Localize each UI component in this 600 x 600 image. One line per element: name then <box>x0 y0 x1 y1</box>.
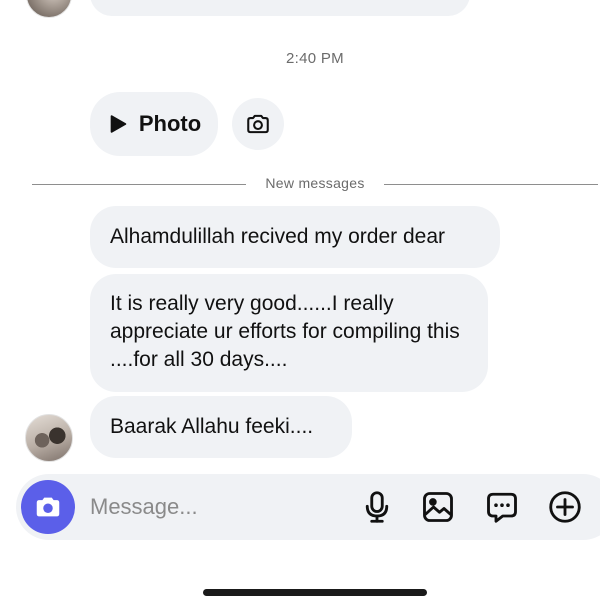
plus-circle-icon <box>549 491 581 523</box>
divider-line-left <box>32 184 246 185</box>
sender-avatar[interactable] <box>25 414 73 462</box>
message-input[interactable] <box>90 492 340 522</box>
gallery-button[interactable] <box>419 488 457 526</box>
new-messages-divider: New messages <box>265 175 365 191</box>
message-bubble[interactable]: Baarak Allahu feeki.... <box>90 396 352 458</box>
gallery-icon <box>423 492 453 522</box>
previous-message-bubble[interactable] <box>90 0 470 16</box>
sticker-button[interactable] <box>483 488 521 526</box>
play-icon <box>110 115 127 133</box>
camera-icon <box>247 114 269 134</box>
photo-message-button[interactable]: Photo <box>90 92 218 156</box>
microphone-icon <box>365 491 389 523</box>
message-bubble[interactable]: It is really very good......I really app… <box>90 274 488 392</box>
message-text: Alhamdulillah recived my order dear <box>110 225 445 248</box>
camera-button[interactable] <box>21 480 75 534</box>
message-timestamp: 2:40 PM <box>286 50 344 67</box>
sticker-icon <box>487 492 517 523</box>
message-text: Baarak Allahu feeki.... <box>110 415 314 438</box>
home-indicator[interactable] <box>203 589 427 596</box>
add-button[interactable] <box>546 488 584 526</box>
divider-line-right <box>384 184 598 185</box>
microphone-button[interactable] <box>358 488 396 526</box>
camera-reply-button[interactable] <box>232 98 284 150</box>
message-text: It is really very good......I really app… <box>110 292 460 371</box>
sender-avatar-top[interactable] <box>26 0 72 18</box>
photo-label: Photo <box>138 111 202 136</box>
camera-icon <box>36 497 60 517</box>
message-bubble[interactable]: Alhamdulillah recived my order dear <box>90 206 500 268</box>
